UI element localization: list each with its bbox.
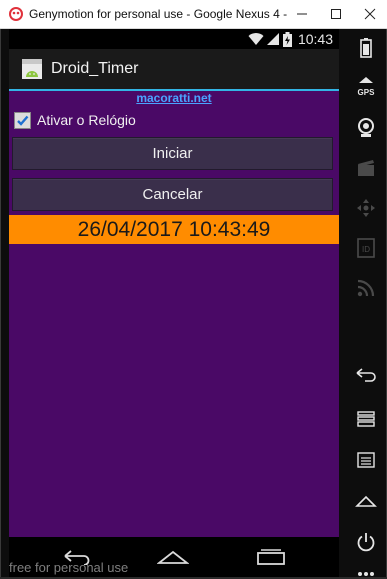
macoratti-link[interactable]: macoratti.net xyxy=(9,91,339,105)
clock-toggle-row[interactable]: Ativar o Relógio xyxy=(14,109,136,131)
checkmark-icon xyxy=(17,115,29,126)
app-title: Droid_Timer xyxy=(51,60,139,77)
clock-toggle-label: Ativar o Relógio xyxy=(37,112,136,128)
close-icon xyxy=(364,8,376,20)
maximize-icon xyxy=(331,9,341,19)
sidebar-more-button[interactable] xyxy=(346,569,386,579)
capture-icon xyxy=(358,160,374,176)
menu-icon xyxy=(357,452,375,468)
home-icon xyxy=(355,495,377,507)
dpad-icon xyxy=(357,199,375,217)
wifi-icon xyxy=(248,33,264,45)
rss-widget-button[interactable] xyxy=(346,275,386,301)
webcam-widget-button[interactable] xyxy=(346,115,386,141)
id-label: ID xyxy=(362,245,370,254)
window-title: Genymotion for personal use - Google Nex… xyxy=(29,7,289,21)
minimize-button[interactable] xyxy=(285,0,319,28)
battery-charging-icon xyxy=(282,31,292,47)
sidebar-menu-button[interactable] xyxy=(346,447,386,473)
back-icon xyxy=(64,550,90,565)
start-button[interactable]: Iniciar xyxy=(12,137,333,170)
sidebar-power-button[interactable] xyxy=(346,529,386,555)
emulator-frame: 10:43 Droid_Timer macoratti.net Ativar o… xyxy=(0,29,387,577)
rss-icon xyxy=(357,279,375,297)
sidebar-back-button[interactable] xyxy=(346,362,386,388)
back-icon xyxy=(356,368,376,382)
gps-widget-button[interactable]: GPS xyxy=(346,75,386,101)
battery-icon xyxy=(360,38,372,58)
dpad-widget-button[interactable] xyxy=(346,195,386,221)
status-bar: 10:43 xyxy=(9,29,339,49)
genymotion-sidebar: GPS ID xyxy=(346,29,386,577)
clock-toggle-checkbox[interactable] xyxy=(14,111,31,129)
recent-apps-icon xyxy=(357,411,375,427)
signal-icon xyxy=(266,33,279,45)
maximize-button[interactable] xyxy=(319,0,353,28)
close-button[interactable] xyxy=(353,0,387,28)
webcam-icon xyxy=(358,118,374,137)
battery-widget-button[interactable] xyxy=(346,35,386,61)
sidebar-recent-apps-button[interactable] xyxy=(346,405,386,431)
capture-widget-button[interactable] xyxy=(346,155,386,181)
minimize-icon xyxy=(297,13,307,15)
window-title-bar: Genymotion for personal use - Google Nex… xyxy=(0,0,387,29)
home-icon xyxy=(157,550,189,564)
datetime-display: 26/04/2017 10:43:49 xyxy=(9,215,339,244)
more-icon xyxy=(358,572,374,576)
recent-apps-icon xyxy=(257,549,285,565)
cancel-button[interactable]: Cancelar xyxy=(12,178,333,211)
status-clock: 10:43 xyxy=(297,31,333,47)
nav-back-button[interactable] xyxy=(59,544,95,570)
app-content: macoratti.net Ativar o Relógio Iniciar C… xyxy=(9,91,339,537)
nav-home-button[interactable] xyxy=(155,544,191,570)
device-id-widget-button[interactable]: ID xyxy=(346,235,386,261)
action-bar: Droid_Timer xyxy=(9,49,339,91)
device-screen: 10:43 Droid_Timer macoratti.net Ativar o… xyxy=(9,29,339,537)
gps-icon: GPS xyxy=(358,77,376,97)
sidebar-home-button[interactable] xyxy=(346,488,386,514)
genymotion-logo-icon xyxy=(9,7,23,21)
app-launcher-icon xyxy=(22,59,42,79)
gps-label: GPS xyxy=(358,88,376,97)
nav-recent-apps-button[interactable] xyxy=(253,544,289,570)
navigation-bar xyxy=(9,537,339,577)
id-icon: ID xyxy=(357,238,375,258)
power-icon xyxy=(357,533,375,552)
